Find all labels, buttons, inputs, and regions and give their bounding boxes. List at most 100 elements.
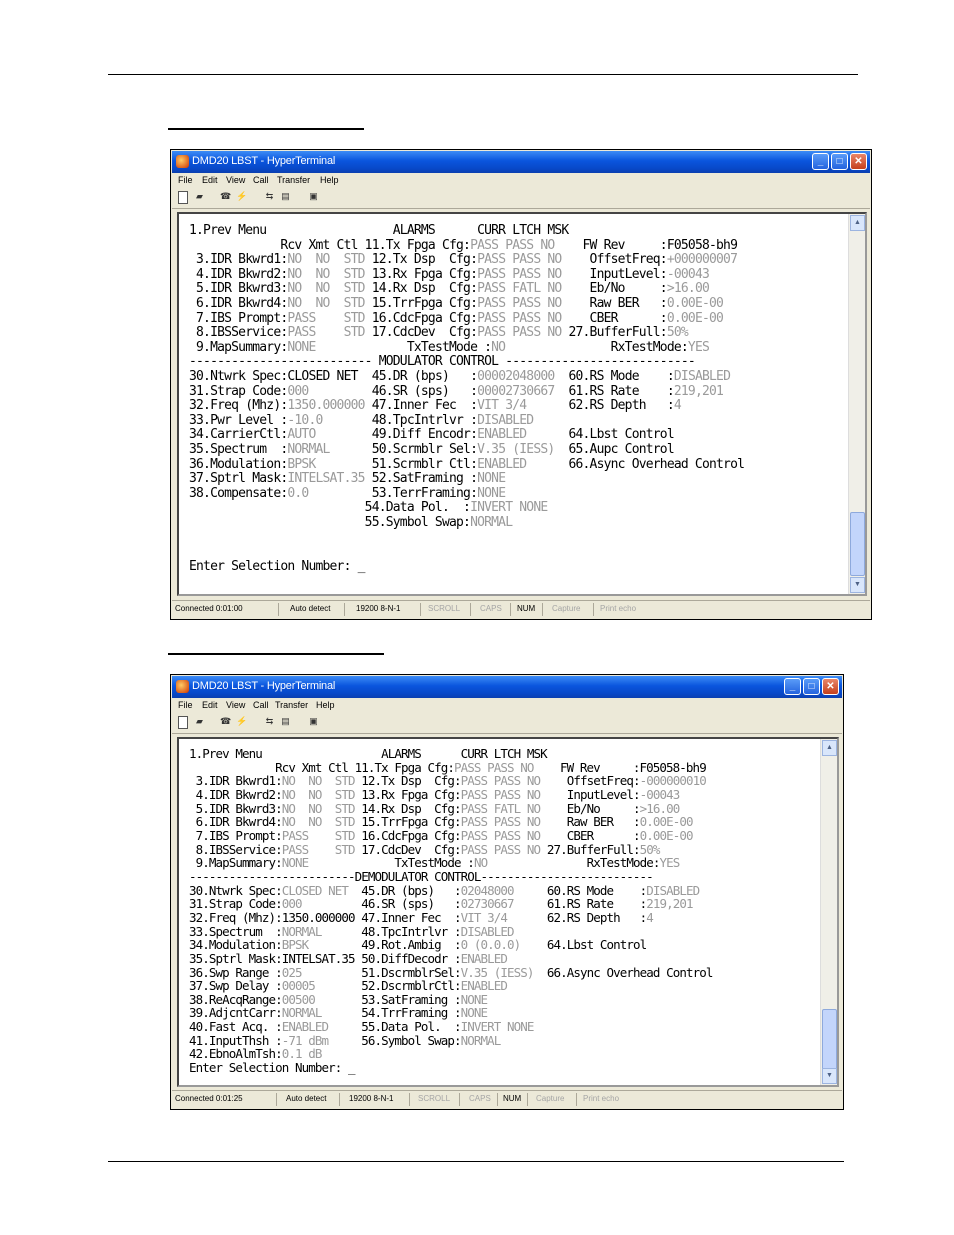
toolbar: ▰ ☎ ⚡ ⇆ ▤ ▣: [172, 188, 870, 209]
disconnect-icon[interactable]: ⚡: [236, 716, 247, 727]
terminal-text: 1.Prev Menu ALARMS CURR LTCH MSK Rcv Xmt…: [189, 223, 745, 574]
status-baud: 19200 8-N-1: [356, 604, 401, 613]
vertical-scrollbar[interactable]: ▲ ▼: [848, 214, 865, 594]
status-capture: Capture: [552, 604, 581, 613]
terminal-text-segment: 33.Pwr Level :: [189, 412, 288, 428]
scroll-up-arrow-icon[interactable]: ▲: [822, 740, 837, 756]
maximize-button[interactable]: □: [803, 678, 820, 695]
terminal-text-segment: InputLevel:: [561, 266, 668, 282]
menu-file[interactable]: File: [178, 175, 193, 185]
terminal-text-segment: INTELSAT.35: [287, 471, 365, 487]
terminal-text-segment: V.35 (IESS): [477, 441, 555, 457]
menu-help[interactable]: Help: [316, 700, 335, 710]
menu-call[interactable]: Call: [253, 700, 269, 710]
scroll-down-arrow-icon[interactable]: ▼: [822, 1068, 837, 1084]
terminal-text-segment: ENABLED: [477, 427, 527, 443]
terminal-text-segment: 14.Rx Dsp Cfg:: [364, 281, 478, 297]
vertical-scrollbar[interactable]: ▲ ▼: [820, 739, 837, 1085]
terminal-text-segment: 32.Freq (Mhz):: [189, 398, 288, 414]
terminal-text-segment: 62.RS Depth :: [526, 398, 674, 414]
terminal-text-segment: NONE: [477, 471, 506, 487]
status-caps: CAPS: [469, 1094, 491, 1103]
terminal-text-segment: 0.0: [287, 485, 309, 501]
menu-edit[interactable]: Edit: [202, 700, 218, 710]
minimize-button[interactable]: _: [812, 153, 829, 170]
receive-icon[interactable]: ▤: [280, 191, 291, 202]
terminal-text-segment: 7.IBS Prompt:: [189, 310, 288, 326]
terminal-text-segment: CBER :: [561, 310, 668, 326]
terminal-text-segment: -00043: [666, 266, 710, 282]
minimize-button[interactable]: _: [784, 678, 801, 695]
connect-icon[interactable]: ☎: [220, 191, 231, 202]
properties-icon[interactable]: ▣: [308, 716, 319, 727]
terminal-text-segment: -------------------------- MODULATOR CON…: [189, 354, 696, 370]
menu-transfer[interactable]: Transfer: [277, 175, 310, 185]
menu-file[interactable]: File: [178, 700, 193, 710]
new-file-icon[interactable]: [178, 716, 188, 729]
menu-help[interactable]: Help: [320, 175, 339, 185]
close-button[interactable]: ✕: [850, 153, 867, 170]
menu-transfer[interactable]: Transfer: [275, 700, 308, 710]
properties-icon[interactable]: ▣: [308, 191, 319, 202]
terminal-text-segment: 50.Scrmblr Sel:: [329, 441, 478, 457]
menu-view[interactable]: View: [226, 175, 245, 185]
scroll-up-arrow-icon[interactable]: ▲: [850, 215, 865, 231]
terminal-text-segment: PASS PASS NO: [477, 295, 562, 311]
terminal-text-segment: 35.Spectrum :: [189, 441, 288, 457]
terminal-text-segment: NO NO STD: [287, 266, 365, 282]
send-icon[interactable]: ⇆: [264, 716, 275, 727]
terminal-text-segment: BPSK: [287, 456, 316, 472]
terminal-text-segment: 47.Inner Fec :: [364, 398, 478, 414]
terminal-screen[interactable]: 1.Prev Menu ALARMS CURR LTCH MSK Rcv Xmt…: [179, 214, 849, 594]
page-footer-rule: [108, 1161, 844, 1162]
menu-edit[interactable]: Edit: [202, 175, 218, 185]
connect-icon[interactable]: ☎: [220, 716, 231, 727]
menu-call[interactable]: Call: [253, 175, 269, 185]
window-title: DMD20 LBST - HyperTerminal: [192, 680, 336, 692]
receive-icon[interactable]: ▤: [280, 716, 291, 727]
terminal-text-segment: 52.SatFraming :: [364, 471, 478, 487]
status-scroll: SCROLL: [428, 604, 461, 613]
terminal-text-segment: -10.0: [287, 412, 323, 428]
status-print-echo: Print echo: [600, 604, 637, 613]
terminal-text-segment: 13.Rx Fpga Cfg:: [364, 266, 478, 282]
toolbar: ▰ ☎ ⚡ ⇆ ▤ ▣: [172, 713, 842, 734]
terminal-text-segment: 8.IBSService:: [189, 325, 288, 341]
terminal-text-segment: DISABLED: [673, 368, 731, 384]
menu-view[interactable]: View: [226, 700, 245, 710]
status-connected: Connected 0:01:00: [175, 604, 243, 613]
scrollbar-thumb[interactable]: [822, 1009, 837, 1071]
terminal-text-segment: 50%: [666, 325, 689, 341]
terminal-text-segment: Raw BER :: [561, 295, 668, 311]
hyperterminal-icon: [176, 155, 189, 168]
disconnect-icon[interactable]: ⚡: [236, 191, 247, 202]
open-folder-icon[interactable]: ▰: [194, 716, 205, 727]
terminal-text-segment: 60.RS Mode :: [554, 368, 674, 384]
terminal-text-segment: PASS STD: [287, 310, 365, 326]
terminal-text-segment: PASS PASS NO: [477, 310, 562, 326]
scroll-down-arrow-icon[interactable]: ▼: [850, 577, 865, 593]
terminal-text-segment: 5.IDR Bkwrd3:: [189, 281, 288, 297]
terminal-text-segment: PASS STD: [287, 325, 365, 341]
terminal-text-segment: PASS PASS NO: [470, 237, 555, 253]
send-icon[interactable]: ⇆: [264, 191, 275, 202]
terminal-text-segment: 9.MapSummary:: [189, 339, 288, 355]
terminal-text-segment: NO NO STD: [287, 252, 365, 268]
new-file-icon[interactable]: [178, 191, 188, 204]
status-auto-detect: Auto detect: [286, 1094, 327, 1103]
maximize-button[interactable]: □: [831, 153, 848, 170]
terminal-text-segment: 4: [673, 398, 682, 414]
open-folder-icon[interactable]: ▰: [194, 191, 205, 202]
terminal-text-segment: 0.00E-00: [666, 295, 724, 311]
status-baud: 19200 8-N-1: [349, 1094, 394, 1103]
terminal-text-segment: NORMAL: [470, 514, 513, 530]
close-button[interactable]: ✕: [822, 678, 839, 695]
scrollbar-thumb[interactable]: [850, 512, 865, 576]
terminal-text-segment: NORMAL: [460, 1032, 502, 1048]
terminal-text-segment: 54.Data Pol. :: [189, 500, 471, 516]
terminal-text-segment: 51.Scrmblr Ctl:: [315, 456, 478, 472]
hyperterminal-icon: [176, 680, 189, 693]
terminal-text-segment: 6.IDR Bkwrd4:: [189, 295, 288, 311]
terminal-text-segment: NONE: [477, 485, 506, 501]
terminal-screen[interactable]: 1.Prev Menu ALARMS CURR LTCH MSK Rcv Xmt…: [179, 739, 821, 1085]
